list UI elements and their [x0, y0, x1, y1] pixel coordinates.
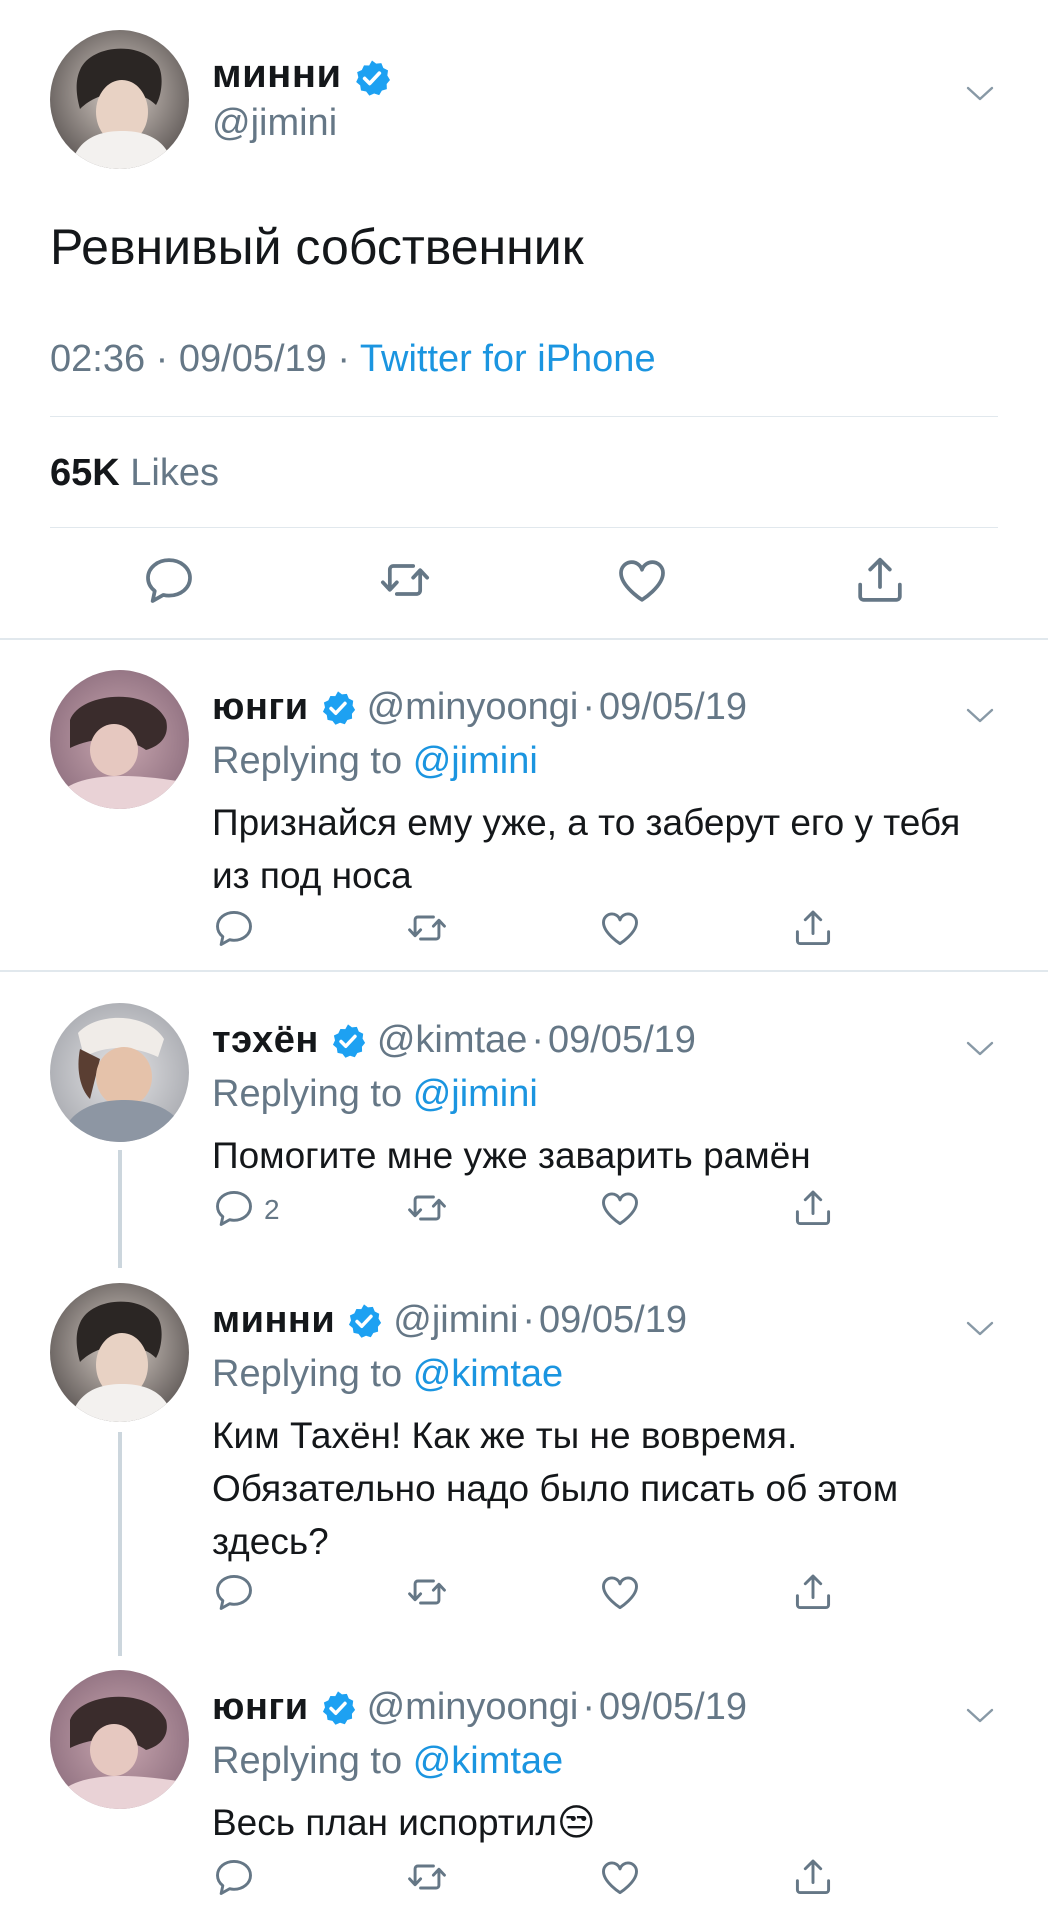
author-name[interactable]: юнги [212, 686, 309, 729]
chevron-down-icon[interactable] [965, 1706, 995, 1726]
avatar[interactable] [50, 1003, 189, 1142]
author-handle[interactable]: @minyoongi [367, 686, 579, 729]
author-name[interactable]: тэхён [212, 1019, 319, 1062]
replying-to: Replying to @jimini [212, 740, 538, 783]
heart-icon[interactable] [598, 906, 642, 950]
reply-actions: 2 [212, 1186, 852, 1236]
replying-to-link[interactable]: @jimini [413, 740, 538, 782]
tweet-date: 09/05/19 [178, 338, 327, 380]
reply-text: Признайся ему уже, а то заберут его у те… [212, 802, 961, 896]
reply-icon[interactable] [212, 1570, 256, 1614]
author-handle[interactable]: @jimini [393, 1299, 518, 1342]
tweet-text: Ревнивый собственник [50, 219, 584, 275]
replying-to: Replying to @jimini [212, 1073, 538, 1116]
share-icon[interactable] [791, 906, 835, 950]
divider [50, 527, 998, 528]
likes-stat[interactable]: 65K Likes [50, 452, 219, 495]
share-icon[interactable] [791, 1855, 835, 1899]
reply-count: 2 [264, 1194, 280, 1225]
verified-icon [319, 1689, 357, 1727]
heart-icon[interactable] [614, 552, 670, 608]
tweet-meta: 02:36 · 09/05/19 · Twitter for iPhone [50, 338, 656, 380]
reply-tweet[interactable]: тэхён @kimtae · 09/05/19 Replying to @ji… [0, 1003, 1048, 1263]
reply-header: минни @jimini · 09/05/19 [212, 1299, 687, 1342]
likes-label: Likes [130, 452, 219, 494]
retweet-icon[interactable] [377, 552, 433, 608]
retweet-icon[interactable] [405, 1186, 449, 1230]
avatar[interactable] [50, 30, 189, 169]
reply-text: Ким Тахён! Как же ты не вовремя. Обязате… [212, 1415, 899, 1562]
replying-label: Replying to [212, 1740, 403, 1782]
reply-actions [212, 1570, 852, 1620]
replying-to-link[interactable]: @kimtae [413, 1740, 564, 1782]
replying-to-link[interactable]: @kimtae [413, 1353, 564, 1395]
author-name[interactable]: минни [212, 1299, 335, 1342]
tweet-thread-screen: минни @jimini Ревнивый собственник 02:36… [0, 0, 1048, 1920]
main-tweet: минни @jimini Ревнивый собственник 02:36… [0, 0, 1048, 640]
replying-to: Replying to @kimtae [212, 1353, 563, 1396]
chevron-down-icon[interactable] [965, 84, 995, 104]
reply-tweet[interactable]: юнги @minyoongi · 09/05/19 Replying to @… [0, 1670, 1048, 1920]
author-name[interactable]: юнги [212, 1686, 309, 1729]
reply-icon[interactable] [212, 1855, 256, 1899]
tweet-source-link[interactable]: Twitter for iPhone [360, 338, 656, 380]
tweet-time: 02:36 [50, 338, 146, 380]
reply-header: юнги @minyoongi · 09/05/19 [212, 686, 747, 729]
verified-icon [345, 1302, 383, 1340]
tweet-actions [0, 552, 1048, 612]
reply-date: 09/05/19 [599, 686, 747, 728]
reply-tweet[interactable]: юнги @minyoongi · 09/05/19 Replying to @… [0, 670, 1048, 970]
reply-actions [212, 1855, 852, 1905]
replying-to: Replying to @kimtae [212, 1740, 563, 1783]
replying-to-link[interactable]: @jimini [413, 1073, 538, 1115]
chevron-down-icon[interactable] [965, 1319, 995, 1339]
replying-label: Replying to [212, 1353, 403, 1395]
reply-icon[interactable] [212, 906, 256, 950]
reply-date: 09/05/19 [547, 1019, 696, 1061]
section-separator [0, 970, 1048, 972]
retweet-icon[interactable] [405, 1855, 449, 1899]
reply-text: Весь план испортил😒 [212, 1802, 596, 1843]
chevron-down-icon[interactable] [965, 706, 995, 726]
replying-label: Replying to [212, 1073, 403, 1115]
author-name[interactable]: минни [212, 52, 342, 97]
reply-text: Помогите мне уже заварить рамён [212, 1135, 811, 1176]
avatar[interactable] [50, 670, 189, 809]
divider [50, 416, 998, 417]
author-handle[interactable]: @minyoongi [367, 1686, 579, 1729]
share-icon[interactable] [852, 552, 908, 608]
author-handle[interactable]: @jimini [212, 102, 337, 145]
retweet-icon[interactable] [405, 1570, 449, 1614]
reply-tweet[interactable]: минни @jimini · 09/05/19 Replying to @ki… [0, 1283, 1048, 1643]
reply-date: 09/05/19 [599, 1686, 747, 1728]
reply-actions [212, 906, 852, 956]
reply-icon[interactable] [141, 552, 197, 608]
retweet-icon[interactable] [405, 906, 449, 950]
share-icon[interactable] [791, 1570, 835, 1614]
heart-icon[interactable] [598, 1855, 642, 1899]
author-handle[interactable]: @kimtae [377, 1019, 528, 1062]
reply-header: юнги @minyoongi · 09/05/19 [212, 1686, 747, 1729]
share-icon[interactable] [791, 1186, 835, 1230]
replying-label: Replying to [212, 740, 403, 782]
section-separator [0, 638, 1048, 640]
avatar[interactable] [50, 1670, 189, 1809]
reply-header: тэхён @kimtae · 09/05/19 [212, 1019, 696, 1062]
likes-count: 65K [50, 452, 120, 494]
heart-icon[interactable] [598, 1186, 642, 1230]
verified-icon [329, 1022, 367, 1060]
heart-icon[interactable] [598, 1570, 642, 1614]
verified-icon [319, 689, 357, 727]
reply-date: 09/05/19 [539, 1299, 687, 1341]
avatar[interactable] [50, 1283, 189, 1422]
chevron-down-icon[interactable] [965, 1039, 995, 1059]
reply-icon[interactable] [212, 1186, 256, 1230]
verified-icon [352, 58, 392, 98]
